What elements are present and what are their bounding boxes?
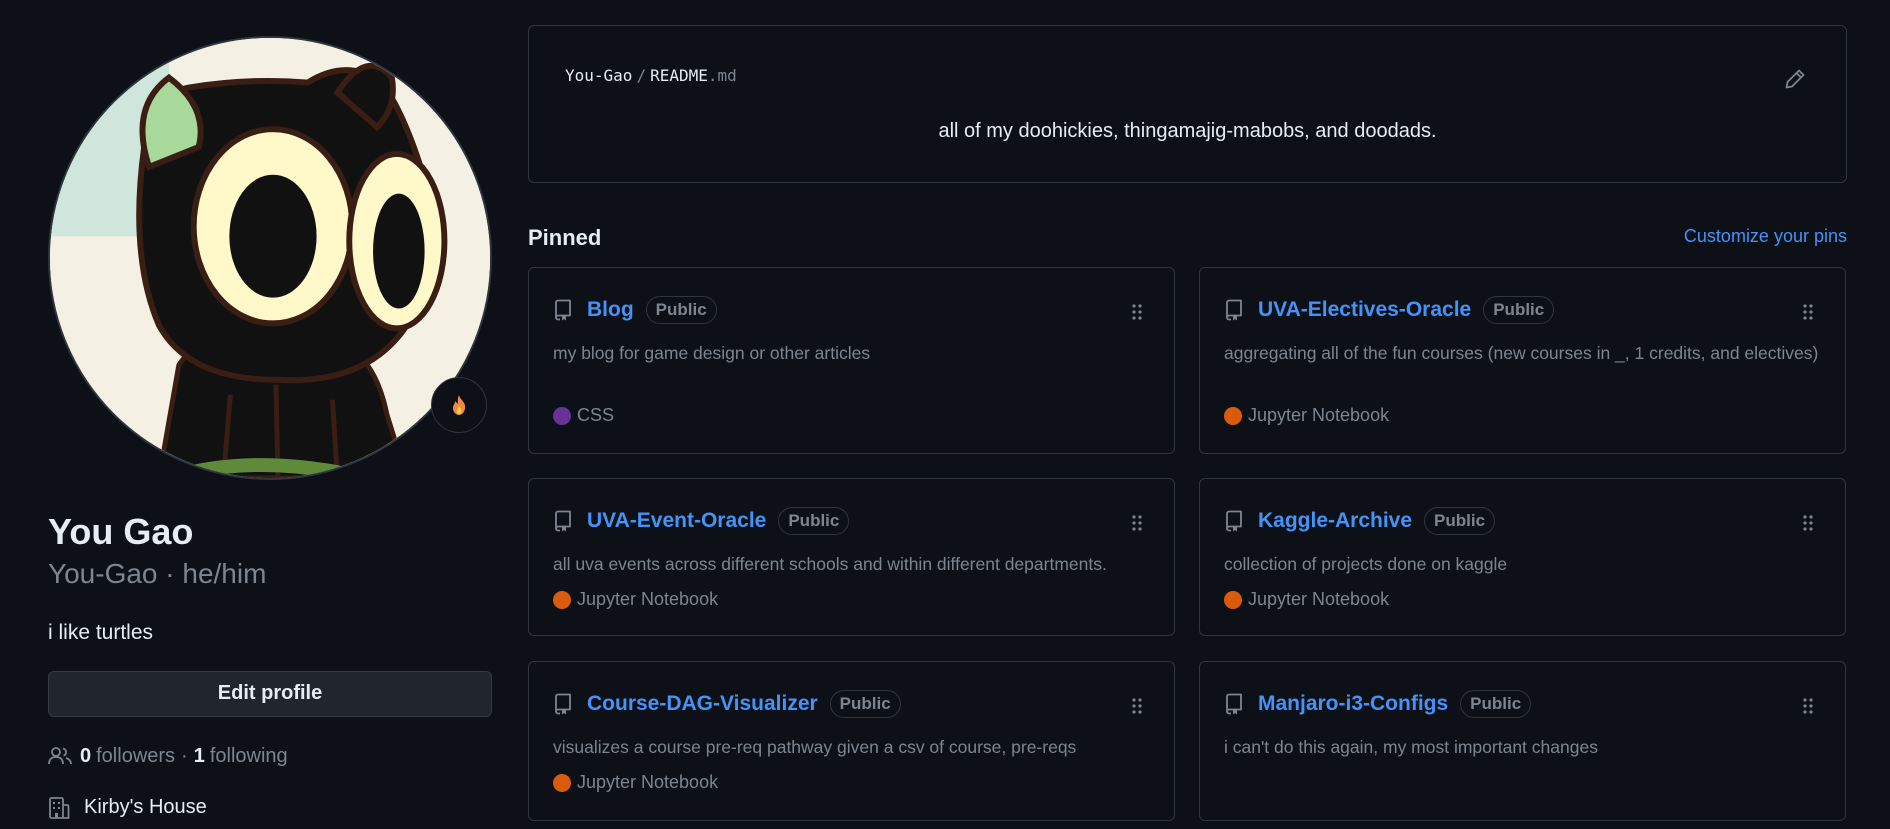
readme-path: You-Gao / README.md <box>565 66 737 85</box>
language-color-dot <box>1224 406 1242 425</box>
repo-description: all uva events across different schools … <box>553 554 1107 574</box>
flame-icon <box>452 395 466 415</box>
repo-name-link[interactable]: UVA-Event-Oracle <box>587 509 766 533</box>
followers-link[interactable]: 0 followers <box>80 745 175 768</box>
repo-language: Jupyter Notebook <box>1224 405 1389 426</box>
following-count: 1 <box>193 744 205 767</box>
profile-bio: i like turtles <box>48 620 154 644</box>
repo-icon <box>553 693 573 715</box>
visibility-badge: Public <box>778 507 850 535</box>
repo-icon <box>1224 693 1244 715</box>
profile-sidebar: You Gao You-Gao · he/him i like turtles … <box>48 36 492 820</box>
language-name: CSS <box>577 405 615 425</box>
avatar-container <box>48 36 492 480</box>
pinned-repo-card: Kaggle-Archive Public collection of proj… <box>1199 478 1846 636</box>
language-color-dot <box>553 773 571 792</box>
status-button[interactable] <box>431 377 487 433</box>
repo-icon <box>1224 510 1244 532</box>
readme-path-slash: / <box>636 66 647 85</box>
repo-name-link[interactable]: Blog <box>587 298 634 322</box>
repo-card-header: Blog Public <box>553 296 717 324</box>
pinned-repo-card: Blog Public my blog for game design or o… <box>528 267 1175 454</box>
readme-content: all of my doohickies, thingamajig-mabobs… <box>938 120 1437 142</box>
customize-pins-link[interactable]: Customize your pins <box>1684 226 1847 247</box>
pinned-heading: Pinned <box>528 225 602 250</box>
drag-handle-icon[interactable] <box>1130 696 1144 716</box>
visibility-badge: Public <box>829 690 901 718</box>
visibility-badge: Public <box>1424 507 1496 535</box>
edit-profile-button[interactable]: Edit profile <box>48 670 492 717</box>
repo-name-link[interactable]: Course-DAG-Visualizer <box>587 692 818 716</box>
repo-description: i can't do this again, my most important… <box>1224 737 1598 757</box>
pinned-repo-card: UVA-Event-Oracle Public all uva events a… <box>528 478 1175 636</box>
repo-card-header: Kaggle-Archive Public <box>1224 507 1496 535</box>
pinned-repo-card: Manjaro-i3-Configs Public i can't do thi… <box>1199 661 1846 821</box>
repo-description: collection of projects done on kaggle <box>1224 554 1508 574</box>
avatar[interactable] <box>48 36 492 480</box>
follow-stats: 0 followers · 1 following <box>48 745 492 768</box>
repo-name-link[interactable]: Kaggle-Archive <box>1258 509 1412 533</box>
language-name: Jupyter Notebook <box>577 589 719 609</box>
language-color-dot <box>553 590 571 609</box>
profile-page: You Gao You-Gao · he/him i like turtles … <box>0 0 1890 829</box>
drag-handle-icon[interactable] <box>1130 302 1144 322</box>
profile-name: You Gao <box>48 511 194 552</box>
repo-card-header: UVA-Electives-Oracle Public <box>1224 296 1555 324</box>
pencil-icon <box>1785 69 1805 89</box>
readme-file-ext: .md <box>707 66 737 85</box>
pinned-repo-card: UVA-Electives-Oracle Public aggregating … <box>1199 267 1846 454</box>
avatar-image <box>50 38 490 478</box>
visibility-badge: Public <box>645 296 717 324</box>
follow-separator: · <box>181 744 188 767</box>
repo-language: Jupyter Notebook <box>1224 589 1389 610</box>
language-name: Jupyter Notebook <box>1248 405 1390 425</box>
repo-card-header: Manjaro-i3-Configs Public <box>1224 690 1532 718</box>
readme-owner: You-Gao <box>565 66 633 85</box>
repo-description: visualizes a course pre-req pathway give… <box>553 737 1077 757</box>
repo-icon <box>553 510 573 532</box>
drag-handle-icon[interactable] <box>1801 513 1815 533</box>
pinned-repo-card: Course-DAG-Visualizer Public visualizes … <box>528 661 1175 821</box>
language-name: Jupyter Notebook <box>577 772 719 792</box>
repo-description: my blog for game design or other article… <box>553 343 871 363</box>
language-name: Jupyter Notebook <box>1248 589 1390 609</box>
repo-description: aggregating all of the fun courses (new … <box>1224 343 1819 363</box>
followers-label: followers <box>96 744 176 767</box>
following-label: following <box>209 744 288 767</box>
followers-count: 0 <box>80 744 92 767</box>
drag-handle-icon[interactable] <box>1801 302 1815 322</box>
visibility-badge: Public <box>1460 690 1532 718</box>
profile-login: You-Gao · he/him <box>48 558 267 590</box>
language-color-dot <box>1224 590 1242 609</box>
profile-readme: You-Gao / README.md all of my doohickies, … <box>528 25 1847 183</box>
repo-name-link[interactable]: UVA-Electives-Oracle <box>1258 298 1471 322</box>
visibility-badge: Public <box>1483 296 1555 324</box>
repo-language: Jupyter Notebook <box>553 589 718 610</box>
drag-handle-icon[interactable] <box>1130 513 1144 533</box>
following-link[interactable]: 1 following <box>194 745 288 768</box>
drag-handle-icon[interactable] <box>1801 696 1815 716</box>
readme-file-base: README <box>650 66 708 85</box>
repo-icon <box>1224 299 1244 321</box>
repo-card-header: Course-DAG-Visualizer Public <box>553 690 901 718</box>
organization-row: Kirby's House <box>48 796 492 820</box>
repo-name-link[interactable]: Manjaro-i3-Configs <box>1258 692 1448 716</box>
repo-icon <box>553 299 573 321</box>
people-icon <box>48 747 72 765</box>
repo-card-header: UVA-Event-Oracle Public <box>553 507 850 535</box>
organization-name: Kirby's House <box>84 796 207 819</box>
language-color-dot <box>553 406 571 425</box>
repo-language: Jupyter Notebook <box>553 772 718 793</box>
repo-language: CSS <box>553 405 614 426</box>
building-icon <box>49 796 70 819</box>
edit-readme-button[interactable] <box>1780 64 1810 94</box>
